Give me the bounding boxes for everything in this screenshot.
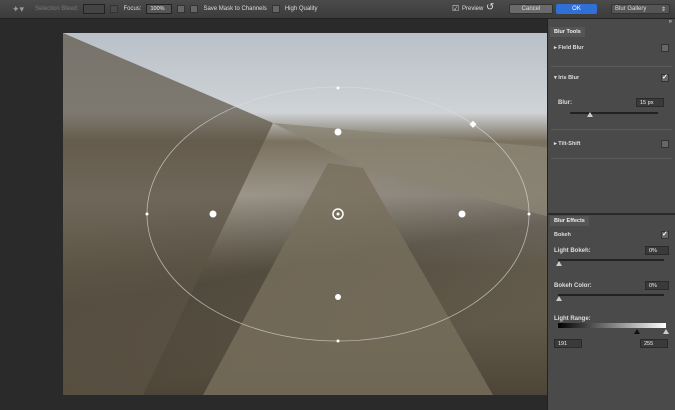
- reset-icon[interactable]: ↺: [486, 2, 494, 13]
- blur-value-field[interactable]: 15 px: [636, 98, 664, 107]
- field-blur-row[interactable]: ▸ Field Blur: [554, 44, 669, 52]
- bokeh-checkbox[interactable]: ✓: [661, 231, 669, 239]
- tilt-shift-row[interactable]: ▸ Tilt-Shift: [554, 140, 669, 148]
- light-range-gradient[interactable]: [558, 323, 666, 328]
- light-bokeh-thumb[interactable]: [556, 261, 562, 266]
- light-range-label: Light Range:: [554, 316, 591, 322]
- tab-blur-effects[interactable]: Blur Effects: [550, 216, 589, 226]
- blur-panel: » Blur Tools ▸ Field Blur ▾ Iris Blur ✓ B…: [547, 19, 675, 410]
- save-mask-label: Save Mask to Channels: [203, 6, 267, 12]
- bokeh-label: Bokeh: [554, 232, 571, 238]
- light-range-min-thumb[interactable]: [634, 329, 640, 334]
- iris-blur-checkbox[interactable]: ✓: [661, 74, 669, 82]
- carved-pillar: [203, 163, 493, 395]
- tilt-shift-label: ▸ Tilt-Shift: [554, 141, 581, 147]
- divider: [551, 158, 672, 159]
- selection-bleed-field[interactable]: [83, 4, 106, 14]
- tab-blur-tools[interactable]: Blur Tools: [550, 27, 585, 37]
- bokeh-color-label: Bokeh Color:: [554, 283, 592, 289]
- blur-slider-track[interactable]: [570, 112, 658, 114]
- pin-tool-icon[interactable]: ✦▾: [12, 4, 24, 15]
- center-pin[interactable]: [336, 212, 340, 216]
- iris-blur-label: ▾ Iris Blur: [554, 75, 580, 81]
- focus-stepper[interactable]: [177, 5, 186, 13]
- save-mask-checkbox[interactable]: [190, 5, 199, 13]
- workspace-select[interactable]: Blur Gallery ⇕: [611, 4, 670, 14]
- selection-bleed-stepper[interactable]: [110, 5, 119, 13]
- divider: [551, 66, 672, 67]
- field-blur-checkbox[interactable]: [661, 44, 669, 52]
- preview-label: Preview: [462, 6, 484, 12]
- divider: [551, 129, 672, 130]
- panel-collapse-icon[interactable]: »: [669, 19, 672, 25]
- ok-button[interactable]: OK: [556, 4, 597, 14]
- preview-checkbox[interactable]: ☑: [452, 4, 459, 13]
- bokeh-color-field[interactable]: 0%: [645, 281, 669, 290]
- light-bokeh-field[interactable]: 0%: [645, 246, 669, 255]
- light-bokeh-label: Light Bokeh:: [554, 248, 591, 254]
- select-arrows-icon: ⇕: [660, 6, 666, 13]
- iris-blur-row[interactable]: ▾ Iris Blur ✓: [554, 74, 669, 82]
- bokeh-color-thumb[interactable]: [556, 296, 562, 301]
- light-range-max-thumb[interactable]: [663, 329, 669, 334]
- iris-blur-overlay[interactable]: [63, 33, 611, 395]
- high-quality-checkbox[interactable]: [271, 5, 280, 13]
- focus-label: Focus:: [123, 6, 142, 12]
- bokeh-row[interactable]: Bokeh ✓: [554, 231, 669, 239]
- options-bar: ✦▾ Selection Bleed: Focus: 100% Save Mas…: [0, 0, 675, 19]
- image-preview[interactable]: [63, 33, 611, 395]
- workspace-value: Blur Gallery: [615, 6, 647, 12]
- focus-field[interactable]: 100%: [146, 4, 173, 14]
- tilt-shift-checkbox[interactable]: [661, 140, 669, 148]
- blur-slider-thumb[interactable]: [587, 112, 593, 117]
- selection-bleed-label: Selection Bleed:: [35, 6, 79, 12]
- light-bokeh-slider[interactable]: [558, 259, 664, 261]
- high-quality-label: High Quality: [284, 6, 318, 12]
- light-range-min-field[interactable]: 191: [554, 339, 582, 348]
- blur-label: Blur:: [558, 100, 572, 106]
- field-blur-label: ▸ Field Blur: [554, 45, 584, 51]
- cancel-button[interactable]: Cancel: [509, 4, 553, 14]
- light-range-max-field[interactable]: 255: [640, 339, 668, 348]
- bokeh-color-slider[interactable]: [558, 294, 664, 296]
